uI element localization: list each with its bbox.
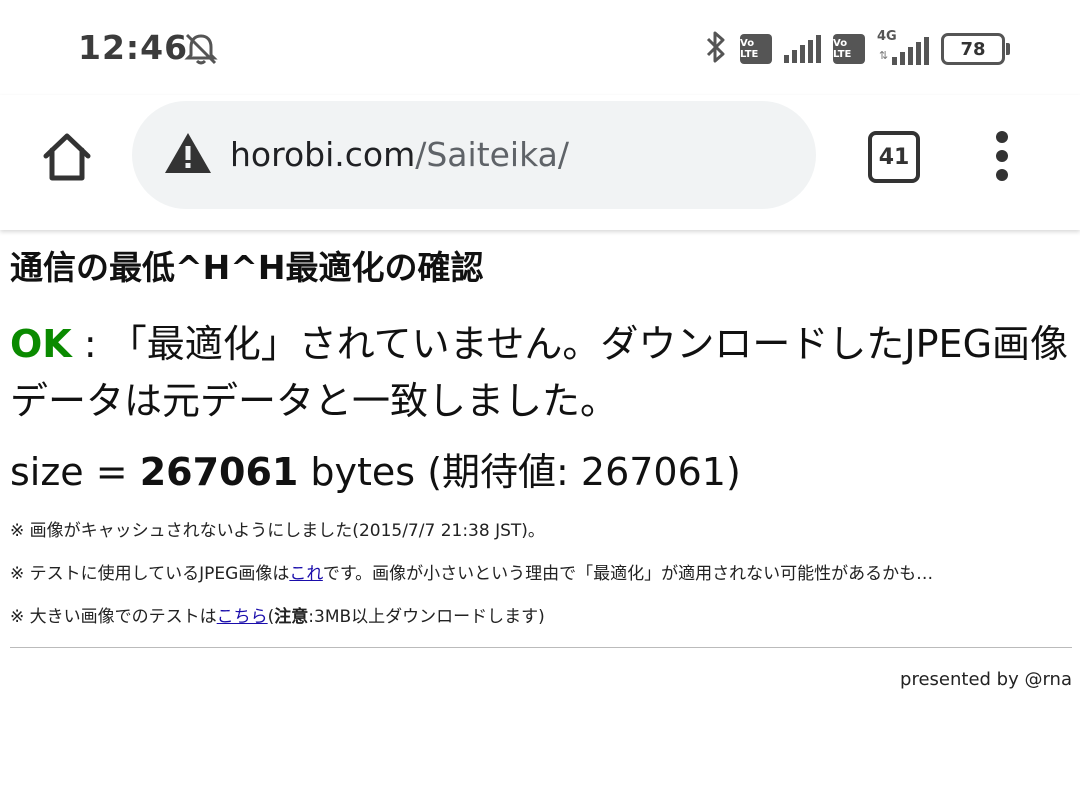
url-path: /Saiteika/ (415, 135, 569, 174)
home-icon[interactable] (38, 128, 96, 186)
footer-credit: presented by @rna (900, 669, 1072, 690)
url-text[interactable]: horobi.com/Saiteika/ (230, 135, 569, 174)
page-title: 通信の最低^H^H最適化の確認 (10, 248, 484, 287)
notifications-off-icon (182, 30, 220, 72)
result-status: OK (10, 322, 72, 366)
not-secure-warning-icon[interactable] (162, 129, 214, 181)
tab-switcher-button[interactable]: 41 (868, 131, 920, 183)
size-value: 267061 (139, 450, 299, 494)
volte-badge-2: Vo LTE (833, 34, 865, 64)
note-test-image: ※ テストに使用しているJPEG画像はこれです。画像が小さいという理由で「最適化… (10, 563, 1072, 585)
browser-toolbar: horobi.com/Saiteika/ 41 (0, 95, 1080, 230)
size-line: size = 267061 bytes (期待値: 267061) (10, 446, 1072, 498)
signal-strength-icon (892, 37, 929, 65)
battery-indicator: 78 (941, 33, 1010, 65)
divider (10, 647, 1072, 648)
signal-strength-icon (784, 35, 821, 63)
test-image-link[interactable]: これ (289, 564, 323, 584)
size-prefix: size = (10, 450, 140, 494)
status-icons: Vo LTE Vo LTE 4G ⇅ 78 (704, 29, 1010, 68)
note3-suffix: :3MB以上ダウンロードします) (308, 607, 545, 627)
network-4g-indicator: 4G ⇅ (877, 29, 929, 65)
more-options-icon[interactable] (990, 131, 1014, 181)
note-large-image: ※ 大きい画像でのテストはこちら(注意:3MB以上ダウンロードします) (10, 606, 1072, 628)
data-activity-icon: ⇅ (879, 49, 889, 62)
note2-prefix: ※ テストに使用しているJPEG画像は (10, 564, 290, 584)
bluetooth-icon (704, 30, 728, 68)
url-domain: horobi.com (230, 135, 416, 174)
note3-prefix: ※ 大きい画像でのテストは (10, 607, 217, 627)
large-image-test-link[interactable]: こちら (217, 607, 268, 627)
size-suffix: bytes (期待値: 267061) (298, 450, 741, 494)
volte-badge-1: Vo LTE (740, 34, 772, 64)
status-bar: 12:46 Vo LTE Vo LTE 4G ⇅ 78 (0, 0, 1080, 95)
note2-suffix: です。画像が小さいという理由で「最適化」が適用されない可能性があるかも… (322, 564, 934, 584)
status-time: 12:46 (78, 28, 189, 67)
note-cache: ※ 画像がキャッシュされないようにしました(2015/7/7 21:38 JST… (10, 521, 545, 541)
url-bar[interactable]: horobi.com/Saiteika/ (132, 101, 816, 209)
caution-label: 注意 (274, 607, 309, 627)
page-content: 通信の最低^H^H最適化の確認 OK : 「最適化」されていません。ダウンロード… (10, 248, 1072, 692)
result-text: : 「最適化」されていません。ダウンロードしたJPEG画像データは元データと一致… (10, 322, 1069, 423)
result-message: OK : 「最適化」されていません。ダウンロードしたJPEG画像データは元データ… (10, 316, 1072, 430)
